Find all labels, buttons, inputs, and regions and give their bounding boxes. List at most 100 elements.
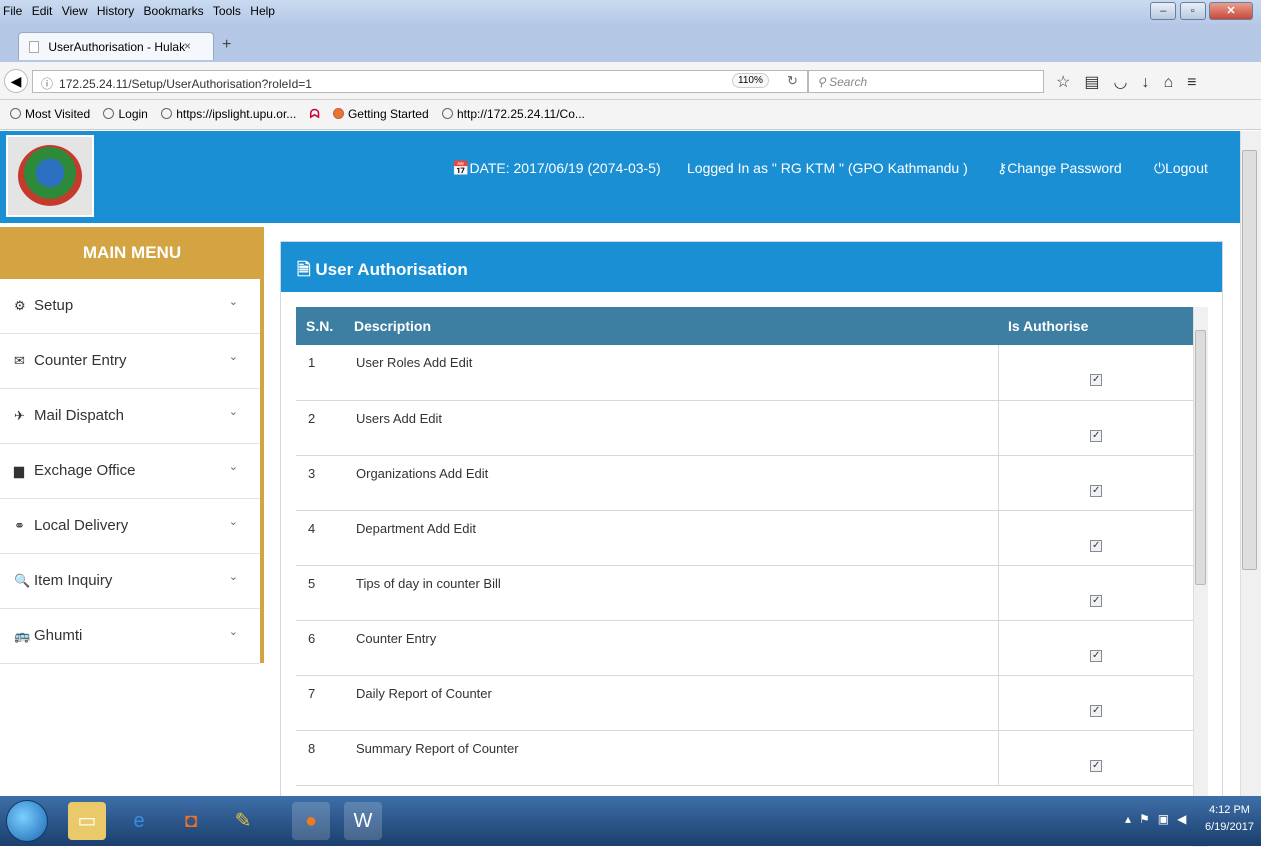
home-icon[interactable]: ⌂ — [1163, 74, 1187, 91]
menu-bookmarks[interactable]: Bookmarks — [141, 0, 207, 22]
cell-authorise: ✓ — [997, 400, 1194, 456]
show-hidden-icon[interactable]: ▴ — [1125, 812, 1139, 826]
globe-icon — [161, 108, 173, 119]
menu-help[interactable]: Help — [247, 0, 278, 22]
file-explorer-icon[interactable]: ▭ — [68, 802, 106, 840]
browser-menubar: File Edit View History Bookmarks Tools H… — [0, 0, 1261, 26]
system-tray: ▴⚑▣◀ — [1125, 812, 1194, 826]
paint-icon[interactable]: ✎ — [224, 802, 262, 840]
main-menu-title: MAIN MENU — [0, 227, 264, 279]
flag-icon[interactable]: ⚑ — [1139, 812, 1158, 826]
cell-authorise: ✓ — [997, 455, 1194, 511]
cell-description: User Roles Add Edit — [344, 345, 998, 401]
internet-explorer-icon[interactable]: e — [120, 802, 158, 840]
sidebar-item-item-inquiry[interactable]: 🔍 Item Inquiry ⌄ — [0, 554, 260, 609]
firefox-icon[interactable]: ● — [292, 802, 330, 840]
chevron-down-icon: ⌄ — [228, 626, 238, 638]
clock-date: 6/19/2017 — [1205, 821, 1254, 833]
authorise-checkbox[interactable]: ✓ — [1090, 484, 1103, 497]
search-input[interactable]: ⚲ Search — [808, 70, 1044, 93]
word-icon[interactable]: W — [344, 802, 382, 840]
back-icon[interactable]: ◀ — [4, 69, 28, 93]
menu-edit[interactable]: Edit — [29, 0, 56, 22]
table-row: 6 Counter Entry ✓ — [296, 620, 1194, 676]
info-icon[interactable]: ⓘ — [41, 77, 53, 91]
change-password-link[interactable]: ⚷Change Password — [997, 160, 1122, 177]
emblem-icon — [18, 145, 82, 207]
table-scrollbar-thumb[interactable] — [1195, 330, 1206, 585]
chevron-down-icon: ⌄ — [228, 571, 238, 583]
star-icon[interactable]: ☆ — [1056, 74, 1084, 91]
table-header-row: S.N. Description Is Authorise — [296, 307, 1194, 345]
cell-sn: 2 — [296, 400, 344, 456]
bookmark-label: http://172.25.24.11/Co... — [457, 107, 585, 121]
cell-sn: 3 — [296, 455, 344, 511]
bookmark-login[interactable]: Login — [103, 107, 148, 121]
cell-sn: 1 — [296, 345, 344, 401]
sidebar-item-exchange-office[interactable]: ▆ Exchage Office ⌄ — [0, 444, 260, 499]
menu-tools[interactable]: Tools — [210, 0, 244, 22]
outlook-icon[interactable]: ◘ — [172, 802, 210, 840]
bookmark-icon-only[interactable]: ᗣ — [310, 107, 320, 121]
url-bar[interactable]: ⓘ 172.25.24.11/Setup/UserAuthorisation?ro… — [32, 70, 808, 93]
menu-history[interactable]: History — [94, 0, 137, 22]
bookmark-getting-started[interactable]: Getting Started — [332, 107, 429, 121]
system-clock[interactable]: 4:12 PM 6/19/2017 — [1205, 802, 1254, 836]
authorise-checkbox[interactable]: ✓ — [1090, 539, 1103, 552]
window-controls: – ▫ ✕ — [1150, 2, 1253, 20]
logout-link[interactable]: ⏻Logout — [1154, 160, 1208, 177]
zoom-indicator[interactable]: 110% — [732, 73, 769, 88]
windows-taskbar: ▭ e ◘ ✎ ● W ▴⚑▣◀ 4:12 PM 6/19/2017 — [0, 796, 1261, 846]
tab-close-icon[interactable]: × — [184, 39, 191, 53]
authorise-checkbox[interactable]: ✓ — [1090, 374, 1103, 387]
search-placeholder: Search — [829, 75, 868, 89]
hamburger-menu-icon[interactable]: ≡ — [1187, 74, 1210, 91]
bookmark-label: Getting Started — [347, 107, 429, 121]
sidebar-item-setup[interactable]: ⚙ Setup ⌄ — [0, 279, 260, 334]
bookmark-gpo[interactable]: http://172.25.24.11/Co... — [442, 107, 585, 121]
network-icon[interactable]: ▣ — [1158, 812, 1177, 826]
cell-authorise: ✓ — [997, 620, 1194, 676]
authorise-checkbox[interactable]: ✓ — [1090, 759, 1103, 772]
browser-tab[interactable]: UserAuthorisation - Hulak × — [18, 32, 214, 60]
cell-authorise: ✓ — [997, 510, 1194, 566]
gears-icon: ⚙ — [14, 298, 26, 313]
menu-file[interactable]: File — [0, 0, 25, 22]
sidebar-item-label: Mail Dispatch — [34, 407, 125, 424]
close-window-icon[interactable]: ✕ — [1209, 2, 1253, 20]
app-header: 📅DATE: 2017/06/19 (2074-03-5) Logged In … — [0, 131, 1240, 223]
pocket-icon[interactable]: ◡ — [1113, 74, 1141, 91]
menu-view[interactable]: View — [59, 0, 91, 22]
minimize-icon[interactable]: – — [1150, 2, 1177, 20]
cell-description: Summary Report of Counter — [344, 730, 998, 786]
envelope-icon: ✉ — [14, 353, 25, 368]
maximize-icon[interactable]: ▫ — [1179, 2, 1206, 20]
column-sn: S.N. — [296, 307, 344, 345]
change-password-label: Change Password — [1007, 160, 1122, 176]
tab-title: UserAuthorisation - Hulak — [48, 40, 186, 54]
library-icon[interactable]: ▤ — [1084, 74, 1113, 91]
column-is-authorise: Is Authorise — [998, 307, 1194, 345]
authorise-checkbox[interactable]: ✓ — [1090, 704, 1103, 717]
sidebar-item-counter-entry[interactable]: ✉ Counter Entry ⌄ — [0, 334, 260, 389]
sidebar-item-ghumti[interactable]: 🚌 Ghumti ⌄ — [0, 609, 260, 664]
sidebar-item-local-delivery[interactable]: ⚭ Local Delivery ⌄ — [0, 499, 260, 554]
bookmark-label: Most Visited — [25, 107, 91, 121]
chevron-down-icon: ⌄ — [228, 516, 238, 528]
clock-time: 4:12 PM — [1208, 804, 1250, 816]
bookmark-ipslight[interactable]: https://ipslight.upu.or... — [161, 107, 296, 121]
table-container: S.N. Description Is Authorise 1 User Role… — [296, 307, 1194, 847]
authorise-checkbox[interactable]: ✓ — [1090, 649, 1103, 662]
bookmark-label: Login — [118, 107, 148, 121]
page-scrollbar-thumb[interactable] — [1242, 150, 1257, 570]
authorise-checkbox[interactable]: ✓ — [1090, 429, 1103, 442]
sidebar-item-mail-dispatch[interactable]: ✈ Mail Dispatch ⌄ — [0, 389, 260, 444]
new-tab-icon[interactable]: + — [222, 36, 231, 54]
volume-icon[interactable]: ◀ — [1177, 812, 1194, 826]
reload-icon[interactable]: ↻ — [787, 73, 798, 89]
authorise-checkbox[interactable]: ✓ — [1090, 594, 1103, 607]
panel-header: 🗎 User Authorisation — [281, 242, 1222, 292]
download-icon[interactable]: ↓ — [1141, 74, 1163, 91]
bookmark-most-visited[interactable]: Most Visited — [10, 107, 90, 121]
start-button[interactable] — [6, 800, 48, 842]
